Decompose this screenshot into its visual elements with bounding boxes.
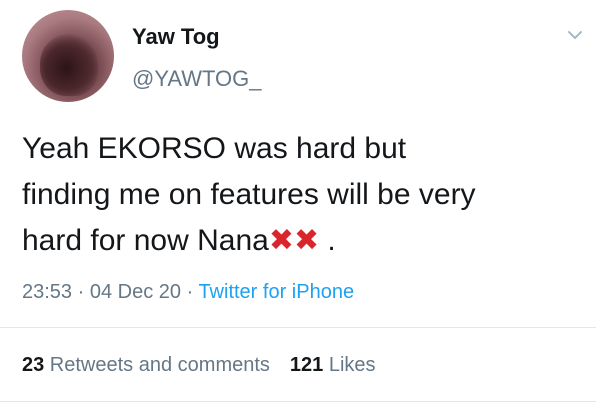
divider xyxy=(0,327,596,328)
tweet-meta: 23:53 · 04 Dec 20 · Twitter for iPhone xyxy=(22,281,354,304)
retweets-count: 23 xyxy=(22,354,45,376)
meta-separator: · xyxy=(72,281,90,303)
chevron-down-icon[interactable] xyxy=(567,30,583,40)
retweets-stat[interactable]: 23 Retweets and comments xyxy=(22,354,270,376)
likes-stat[interactable]: 121 Likes xyxy=(290,354,376,376)
author-handle[interactable]: @YAWTOG_ xyxy=(132,66,262,92)
meta-separator: · xyxy=(181,281,199,303)
likes-label: Likes xyxy=(323,354,376,376)
tweet-text-segment: hard for now Nana xyxy=(22,224,269,257)
tweet-text: Yeah EKORSO was hard but finding me on f… xyxy=(22,126,588,264)
author-display-name[interactable]: Yaw Tog xyxy=(132,24,220,50)
divider xyxy=(0,401,596,402)
cross-mark-icon: ✖ xyxy=(293,224,320,257)
tweet-text-line: Yeah EKORSO was hard but xyxy=(22,132,407,165)
cross-mark-icon: ✖ xyxy=(268,224,294,257)
tweet-text-line: finding me on features will be very xyxy=(22,178,476,211)
tweet-source-link[interactable]: Twitter for iPhone xyxy=(198,281,354,303)
retweets-label: Retweets and comments xyxy=(44,354,270,376)
tweet-time: 23:53 xyxy=(22,281,73,303)
tweet-date: 04 Dec 20 xyxy=(89,281,182,303)
tweet-text-trailing: . xyxy=(319,224,336,257)
tweet-stats: 23 Retweets and comments 121 Likes xyxy=(22,354,376,377)
tweet-text-line: hard for now Nana✖✖ . xyxy=(22,218,588,264)
likes-count: 121 xyxy=(289,354,324,376)
avatar-image xyxy=(40,34,98,96)
avatar[interactable] xyxy=(22,10,114,102)
